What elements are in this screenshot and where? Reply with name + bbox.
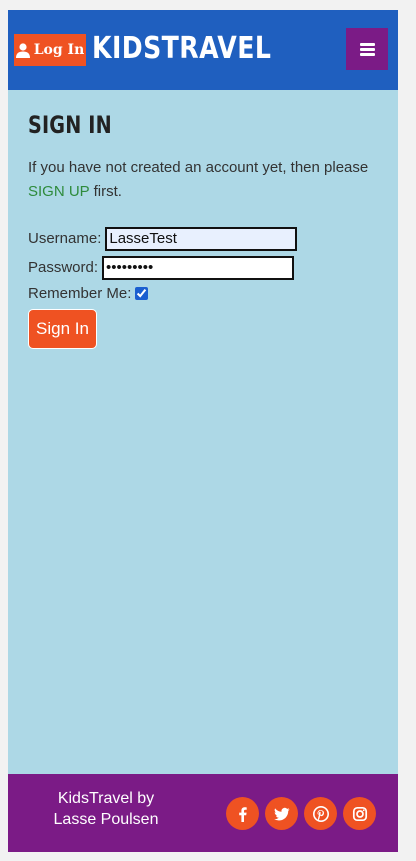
pinterest-icon: [312, 805, 329, 822]
intro-text-end: first.: [89, 183, 122, 200]
facebook-icon: [238, 806, 247, 822]
signup-link[interactable]: SIGN UP: [28, 183, 89, 200]
remember-row: Remember Me:: [28, 282, 378, 304]
remember-label: Remember Me:: [28, 284, 132, 302]
username-label: Username:: [28, 230, 102, 247]
brand-logo[interactable]: KIDSTRAVEL: [92, 27, 271, 71]
facebook-link[interactable]: [226, 797, 259, 830]
footer-line-2: Lasse Poulsen: [53, 811, 159, 828]
page-frame: Log In KIDSTRAVEL SIGN IN If you have no…: [8, 10, 398, 852]
social-links: [226, 797, 376, 830]
twitter-link[interactable]: [265, 797, 298, 830]
login-label: Log In: [33, 42, 85, 58]
pinterest-link[interactable]: [304, 797, 337, 830]
instagram-icon: [352, 806, 367, 821]
site-footer: KidsTravel by Lasse Poulsen: [8, 774, 398, 852]
instagram-link[interactable]: [343, 797, 376, 830]
main-content: SIGN IN If you have not created an accou…: [28, 110, 378, 349]
password-input[interactable]: [102, 255, 295, 280]
footer-credit: KidsTravel by Lasse Poulsen: [28, 788, 184, 830]
remember-checkbox[interactable]: [135, 286, 149, 300]
intro-text-start: If you have not created an account yet, …: [28, 159, 369, 176]
user-icon: [15, 42, 30, 58]
password-row: Password:: [28, 253, 378, 282]
login-button[interactable]: Log In: [14, 34, 86, 66]
password-label: Password:: [28, 259, 99, 276]
menu-button[interactable]: [346, 28, 388, 70]
footer-line-1: KidsTravel by: [57, 790, 155, 807]
page-title: SIGN IN: [28, 111, 112, 139]
site-header: Log In KIDSTRAVEL: [8, 10, 398, 90]
twitter-icon: [273, 807, 289, 820]
signin-form: Username: Password: Remember Me: Sign In: [28, 224, 378, 349]
intro-text: If you have not created an account yet, …: [28, 156, 378, 204]
username-input[interactable]: [105, 226, 298, 251]
username-row: Username:: [28, 224, 378, 253]
hamburger-menu-icon: [359, 42, 375, 56]
signin-button[interactable]: Sign In: [28, 309, 97, 349]
